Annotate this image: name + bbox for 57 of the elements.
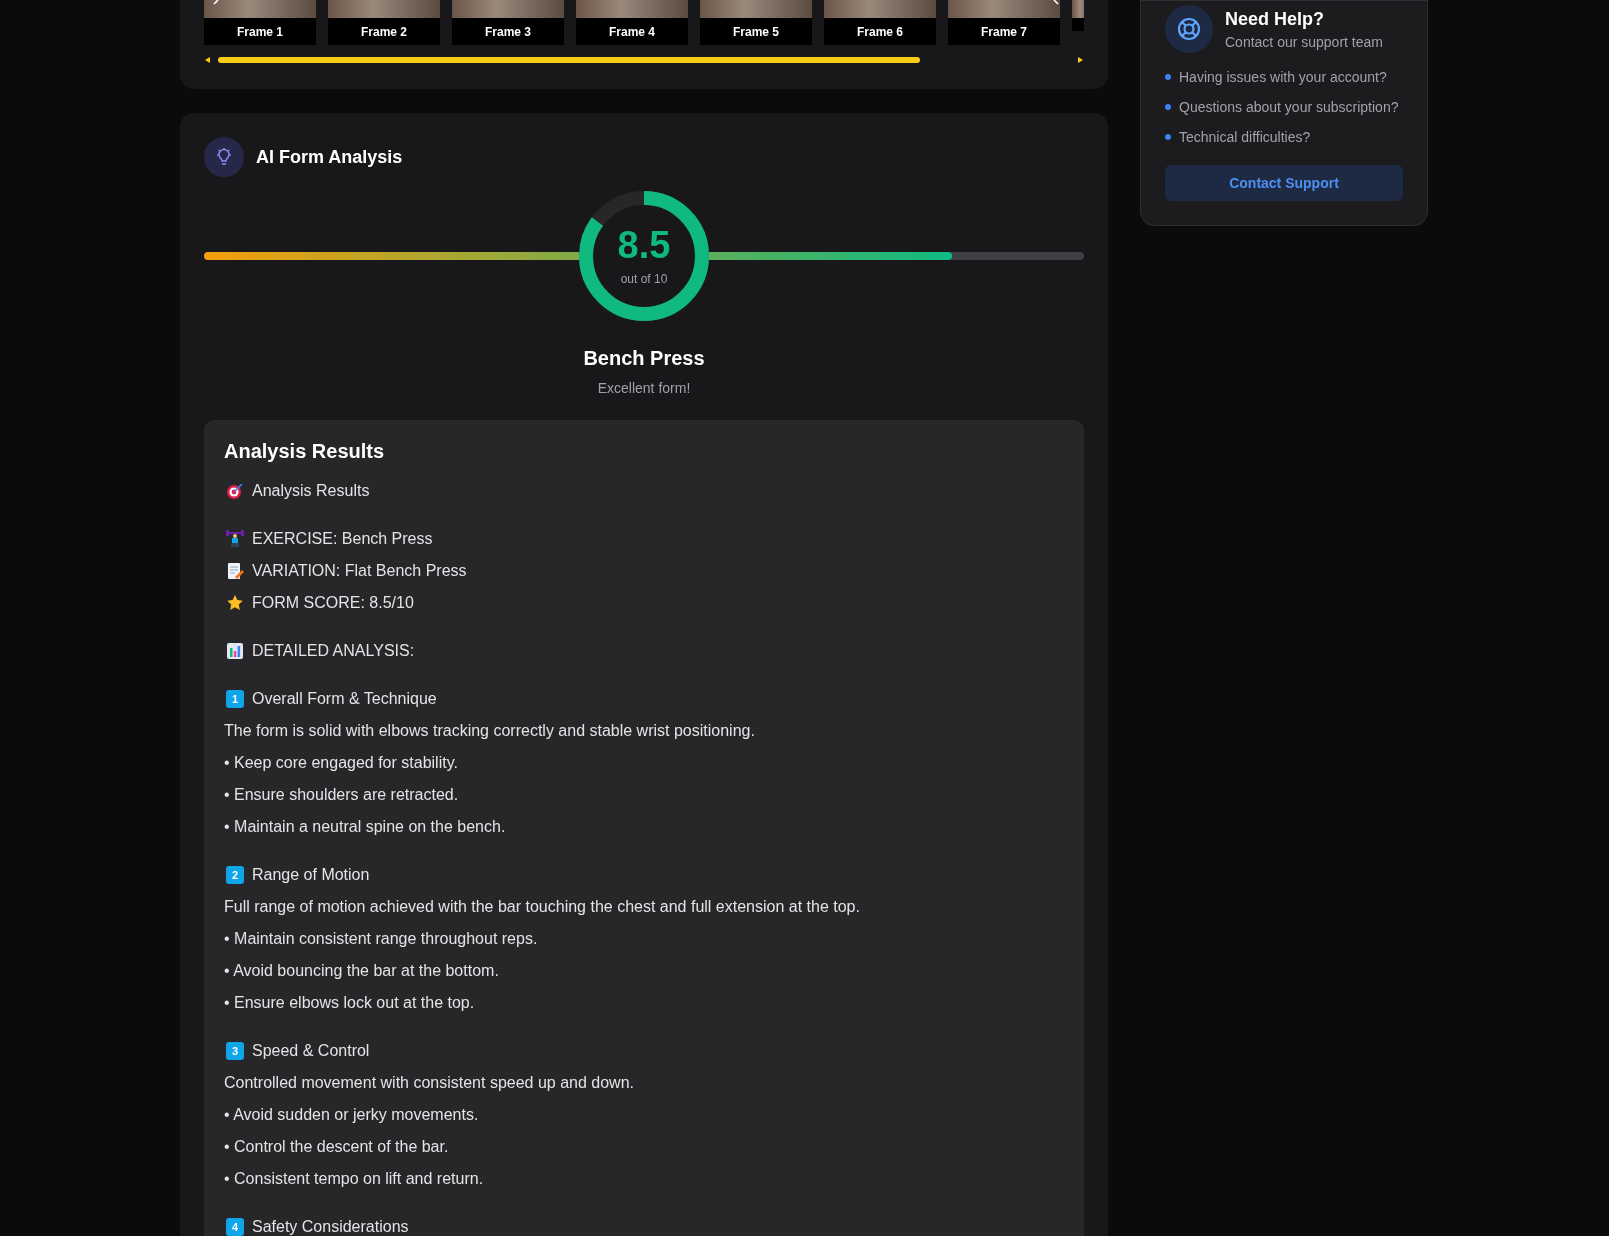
- memo-icon: [226, 562, 244, 580]
- lightbulb-icon: [204, 137, 244, 177]
- tip-item: • Keep core engaged for stability.: [224, 753, 458, 773]
- tip-item: • Control the descent of the bar.: [224, 1137, 449, 1157]
- form-verdict: Excellent form!: [596, 380, 692, 396]
- exercise-name: Bench Press: [582, 347, 706, 370]
- help-item: Technical difficulties?: [1179, 128, 1311, 147]
- section-heading: Speed & Control: [252, 1041, 370, 1061]
- tip-item: • Avoid sudden or jerky movements.: [224, 1105, 479, 1125]
- section-title: AI Form Analysis: [256, 146, 403, 168]
- section-heading: Safety Considerations: [252, 1217, 409, 1236]
- target-icon: [226, 482, 244, 500]
- frame-label[interactable]: Frame 3: [452, 18, 564, 45]
- frame-label[interactable]: Frame 2: [328, 18, 440, 45]
- analysis-paragraph: Full range of motion achieved with the bar touching the chest and full extension at the top.: [224, 897, 860, 917]
- scroll-left-icon[interactable]: [204, 56, 210, 64]
- number-icon: 1: [226, 690, 244, 708]
- weightlifter-icon: [226, 530, 244, 548]
- result-line: FORM SCORE: 8.5/10: [252, 593, 414, 613]
- tip-item: • Maintain a neutral spine on the bench.: [224, 817, 506, 837]
- frame-label[interactable]: Frame 1: [204, 18, 316, 45]
- tip-item: • Ensure elbows lock out at the top.: [224, 993, 475, 1013]
- help-title: Need Help?: [1225, 8, 1326, 30]
- result-line: EXERCISE: Bench Press: [252, 529, 433, 549]
- help-item: Having issues with your account?: [1179, 68, 1387, 87]
- results-title: Analysis Results: [224, 440, 386, 463]
- number-icon: 4: [226, 1218, 244, 1236]
- frame-label[interactable]: Frame 4: [576, 18, 688, 45]
- help-subtitle: Contact our support team: [1225, 33, 1383, 50]
- frame-label[interactable]: Frame 5: [700, 18, 812, 45]
- contact-support-button[interactable]: Contact Support: [1165, 165, 1403, 201]
- lifebuoy-icon: [1165, 5, 1213, 53]
- analysis-paragraph: Controlled movement with consistent speed up and down.: [224, 1073, 634, 1093]
- number-icon: 2: [226, 866, 244, 884]
- bar-chart-icon: [226, 642, 244, 660]
- tip-item: • Avoid bouncing the bar at the bottom.: [224, 961, 499, 981]
- section-heading: Range of Motion: [252, 865, 370, 885]
- star-icon: [226, 594, 244, 612]
- scrollbar-thumb[interactable]: [218, 57, 920, 63]
- frame-label[interactable]: Frame 6: [824, 18, 936, 45]
- scroll-right-icon[interactable]: [1078, 56, 1084, 64]
- number-icon: 3: [226, 1042, 244, 1060]
- result-line: Analysis Results: [252, 481, 370, 501]
- section-heading: Overall Form & Technique: [252, 689, 437, 709]
- bullet-icon: [1165, 134, 1171, 140]
- tip-item: • Maintain consistent range throughout reps.: [224, 929, 538, 949]
- result-line: DETAILED ANALYSIS:: [252, 641, 415, 661]
- bullet-icon: [1165, 104, 1171, 110]
- help-item: Questions about your subscription?: [1179, 98, 1399, 117]
- score-caption: out of 10: [620, 272, 668, 286]
- score-value: 8.5: [617, 226, 671, 264]
- analysis-paragraph: The form is solid with elbows tracking correctly and stable wrist positioning.: [224, 721, 755, 741]
- tip-item: • Ensure shoulders are retracted.: [224, 785, 459, 805]
- result-line: VARIATION: Flat Bench Press: [252, 561, 467, 581]
- tip-item: • Consistent tempo on lift and return.: [224, 1169, 484, 1189]
- frame-label[interactable]: Frame 7: [948, 18, 1060, 45]
- bullet-icon: [1165, 74, 1171, 80]
